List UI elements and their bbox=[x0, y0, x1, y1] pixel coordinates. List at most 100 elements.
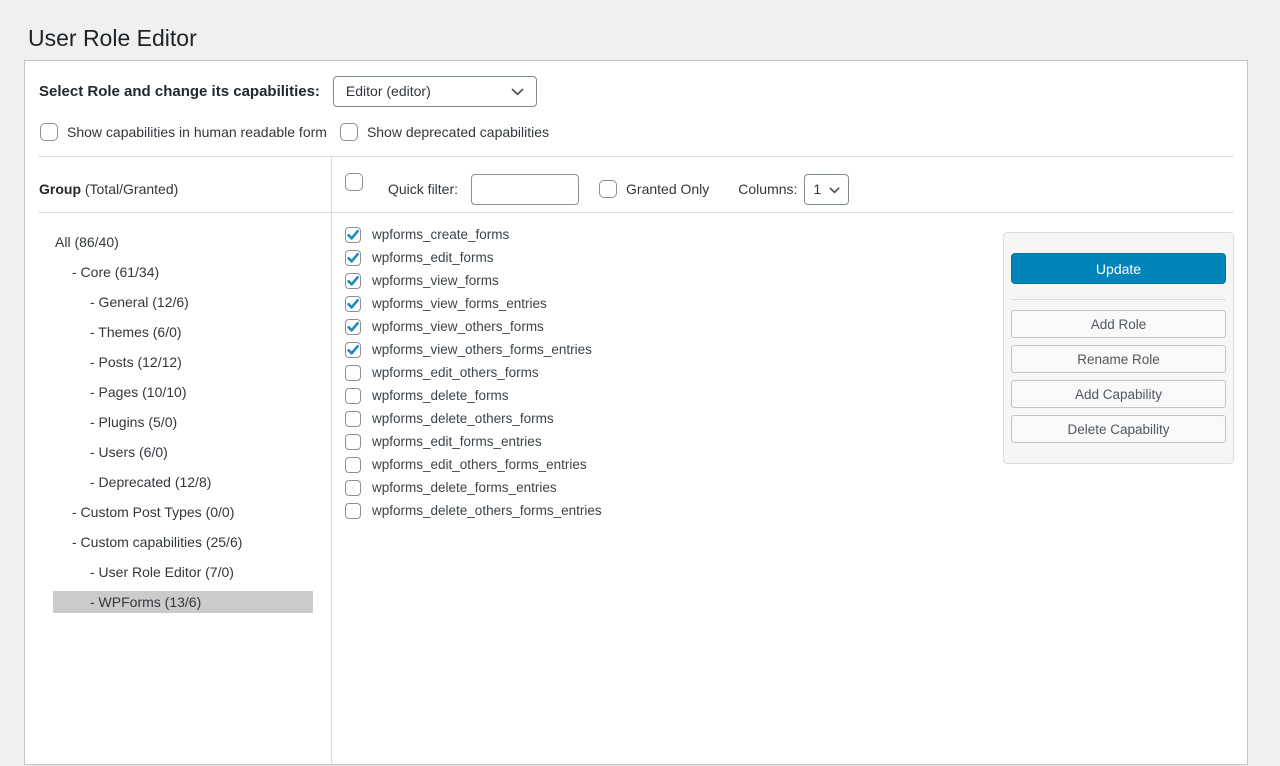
group-item-label: - Plugins (5/0) bbox=[25, 414, 177, 430]
capability-row: wpforms_create_forms bbox=[345, 223, 602, 246]
group-item-custom-capabilities[interactable]: - Custom capabilities (25/6) bbox=[25, 527, 331, 557]
group-item-label: - Custom capabilities (25/6) bbox=[25, 534, 242, 550]
capability-row: wpforms_view_others_forms_entries bbox=[345, 338, 602, 361]
group-item-label: - Custom Post Types (0/0) bbox=[25, 504, 234, 520]
quick-filter-input[interactable] bbox=[471, 174, 579, 205]
capability-checkbox-wpforms-delete-others-forms-entries[interactable] bbox=[345, 503, 361, 519]
divider bbox=[38, 212, 1234, 213]
capability-label: wpforms_delete_others_forms_entries bbox=[372, 503, 602, 518]
capability-row: wpforms_view_forms_entries bbox=[345, 292, 602, 315]
capability-row: wpforms_view_others_forms bbox=[345, 315, 602, 338]
human-readable-checkbox[interactable] bbox=[40, 123, 58, 141]
group-item-label: - User Role Editor (7/0) bbox=[25, 564, 234, 580]
columns-label: Columns: bbox=[738, 181, 797, 197]
group-item-label: - Posts (12/12) bbox=[25, 354, 182, 370]
capability-row: wpforms_edit_forms_entries bbox=[345, 430, 602, 453]
group-item-label: - Pages (10/10) bbox=[25, 384, 187, 400]
group-item-label: - Core (61/34) bbox=[25, 264, 159, 280]
select-all-checkbox[interactable] bbox=[345, 173, 363, 191]
display-toggles-row: Show capabilities in human readable form… bbox=[40, 122, 549, 142]
capability-row: wpforms_delete_forms bbox=[345, 384, 602, 407]
vertical-divider bbox=[331, 156, 332, 764]
columns-select[interactable]: 1 bbox=[804, 174, 849, 205]
quick-filter-label: Quick filter: bbox=[388, 181, 458, 197]
show-deprecated-checkbox[interactable] bbox=[340, 123, 358, 141]
capability-checkbox-wpforms-edit-forms[interactable] bbox=[345, 250, 361, 266]
role-select-value: Editor (editor) bbox=[346, 83, 431, 99]
granted-only-label: Granted Only bbox=[626, 181, 709, 197]
group-item-plugins[interactable]: - Plugins (5/0) bbox=[25, 407, 331, 437]
capability-label: wpforms_view_others_forms bbox=[372, 319, 544, 334]
group-item-label: - WPForms (13/6) bbox=[53, 591, 313, 613]
capability-checkbox-wpforms-view-forms[interactable] bbox=[345, 273, 361, 289]
chevron-down-icon bbox=[829, 181, 840, 197]
add-role-button[interactable]: Add Role bbox=[1011, 310, 1226, 338]
capability-row: wpforms_view_forms bbox=[345, 269, 602, 292]
capability-checkbox-wpforms-view-others-forms[interactable] bbox=[345, 319, 361, 335]
capability-checkbox-wpforms-delete-forms-entries[interactable] bbox=[345, 480, 361, 496]
user-role-editor-panel: Select Role and change its capabilities:… bbox=[24, 60, 1248, 765]
group-header-suffix: (Total/Granted) bbox=[81, 181, 178, 197]
capability-row: wpforms_edit_others_forms_entries bbox=[345, 453, 602, 476]
granted-only-checkbox[interactable] bbox=[599, 180, 617, 198]
group-item-user-role-editor[interactable]: - User Role Editor (7/0) bbox=[25, 557, 331, 587]
capability-checkbox-wpforms-edit-forms-entries[interactable] bbox=[345, 434, 361, 450]
rename-role-button[interactable]: Rename Role bbox=[1011, 345, 1226, 373]
show-deprecated-label: Show deprecated capabilities bbox=[367, 124, 549, 140]
capability-label: wpforms_view_others_forms_entries bbox=[372, 342, 592, 357]
capability-checkbox-wpforms-edit-others-forms[interactable] bbox=[345, 365, 361, 381]
capability-label: wpforms_edit_forms_entries bbox=[372, 434, 542, 449]
capability-label: wpforms_create_forms bbox=[372, 227, 509, 242]
divider bbox=[1011, 299, 1226, 300]
group-item-label: - Deprecated (12/8) bbox=[25, 474, 211, 490]
capability-checkbox-wpforms-view-forms-entries[interactable] bbox=[345, 296, 361, 312]
capability-list: wpforms_create_forms wpforms_edit_formswp… bbox=[345, 223, 602, 522]
chevron-down-icon bbox=[511, 83, 524, 99]
capability-checkbox-wpforms-view-others-forms-entries[interactable] bbox=[345, 342, 361, 358]
capability-row: wpforms_edit_forms bbox=[345, 246, 602, 269]
group-item-label: All (86/40) bbox=[25, 234, 119, 250]
capability-checkbox-wpforms-delete-others-forms[interactable] bbox=[345, 411, 361, 427]
capability-checkbox-wpforms-edit-others-forms-entries[interactable] bbox=[345, 457, 361, 473]
capability-label: wpforms_delete_others_forms bbox=[372, 411, 554, 426]
group-item-label: - General (12/6) bbox=[25, 294, 189, 310]
group-item-core[interactable]: - Core (61/34) bbox=[25, 257, 331, 287]
capability-label: wpforms_delete_forms bbox=[372, 388, 509, 403]
capability-label: wpforms_view_forms bbox=[372, 273, 499, 288]
capability-row: wpforms_delete_forms_entries bbox=[345, 476, 602, 499]
capability-label: wpforms_view_forms_entries bbox=[372, 296, 547, 311]
capability-checkbox-wpforms-create-forms[interactable] bbox=[345, 227, 361, 243]
group-item-custom-post-types[interactable]: - Custom Post Types (0/0) bbox=[25, 497, 331, 527]
divider bbox=[38, 156, 1234, 157]
capability-row: wpforms_delete_others_forms bbox=[345, 407, 602, 430]
group-header-title: Group bbox=[39, 181, 81, 197]
group-item-label: - Themes (6/0) bbox=[25, 324, 182, 340]
secondary-buttons: Add Role Rename Role Add Capability Delete … bbox=[1004, 310, 1233, 443]
role-selector-row: Select Role and change its capabilities:… bbox=[39, 75, 537, 107]
delete-capability-button[interactable]: Delete Capability bbox=[1011, 415, 1226, 443]
group-item-users[interactable]: - Users (6/0) bbox=[25, 437, 331, 467]
capability-group-tree: All (86/40) - Core (61/34) - General (12/6… bbox=[25, 227, 331, 617]
add-capability-button[interactable]: Add Capability bbox=[1011, 380, 1226, 408]
group-item-deprecated[interactable]: - Deprecated (12/8) bbox=[25, 467, 331, 497]
capability-label: wpforms_edit_others_forms bbox=[372, 365, 539, 380]
capability-checkbox-wpforms-delete-forms[interactable] bbox=[345, 388, 361, 404]
group-item-themes[interactable]: - Themes (6/0) bbox=[25, 317, 331, 347]
page-title: User Role Editor bbox=[28, 25, 197, 52]
capability-label: wpforms_edit_forms bbox=[372, 250, 494, 265]
capability-label: wpforms_delete_forms_entries bbox=[372, 480, 557, 495]
capability-row: wpforms_delete_others_forms_entries bbox=[345, 499, 602, 522]
group-item-posts[interactable]: - Posts (12/12) bbox=[25, 347, 331, 377]
group-item-pages[interactable]: - Pages (10/10) bbox=[25, 377, 331, 407]
update-button[interactable]: Update bbox=[1011, 253, 1226, 284]
group-item-wpforms[interactable]: - WPForms (13/6) bbox=[25, 587, 331, 617]
columns-select-value: 1 bbox=[813, 181, 821, 197]
human-readable-label: Show capabilities in human readable form bbox=[67, 124, 327, 140]
actions-panel: Update Add Role Rename Role Add Capability… bbox=[1003, 232, 1234, 464]
group-item-general[interactable]: - General (12/6) bbox=[25, 287, 331, 317]
group-header: Group (Total/Granted) bbox=[39, 181, 178, 197]
group-item-label: - Users (6/0) bbox=[25, 444, 168, 460]
role-select[interactable]: Editor (editor) bbox=[333, 76, 537, 107]
group-item-all[interactable]: All (86/40) bbox=[25, 227, 331, 257]
capability-label: wpforms_edit_others_forms_entries bbox=[372, 457, 587, 472]
